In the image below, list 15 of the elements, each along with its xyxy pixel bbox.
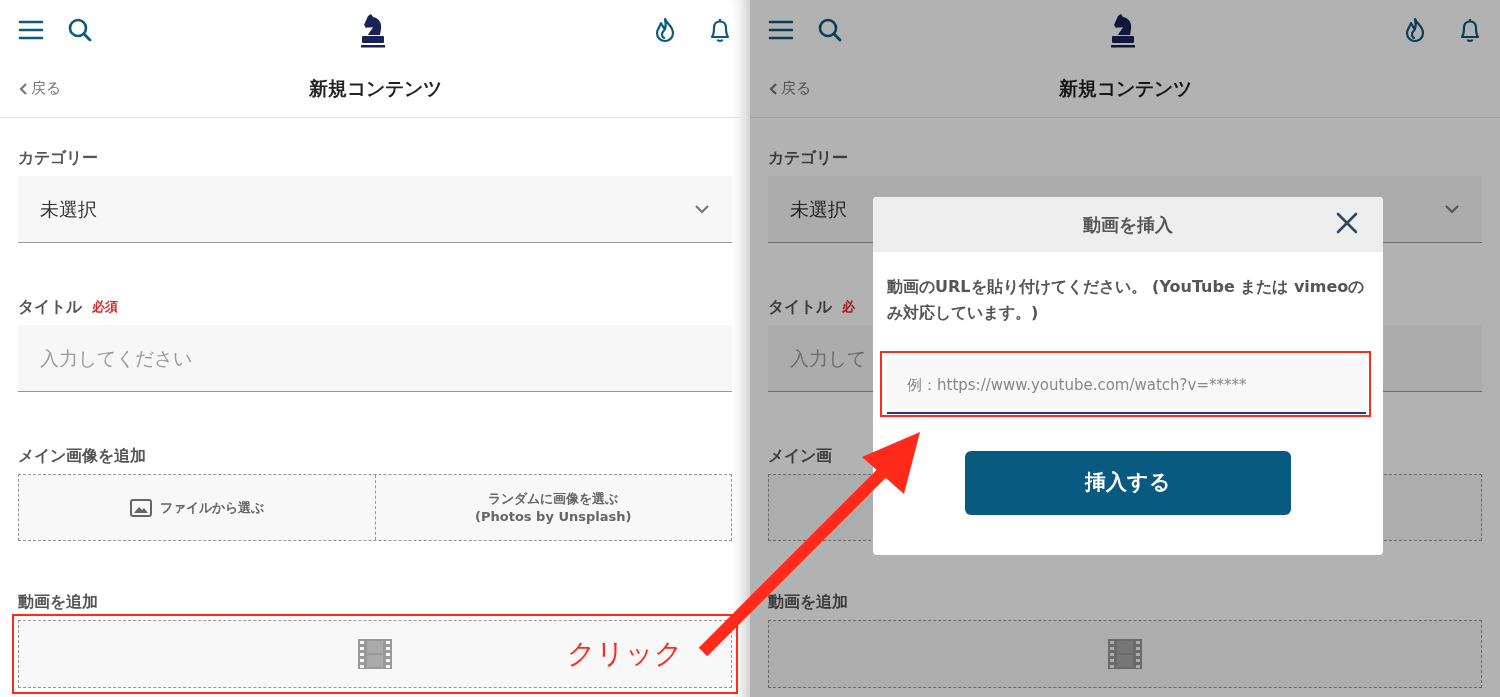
field-label: メイン画像を追加 [18,445,146,467]
dialog-title: 動画を挿入 [1083,213,1173,237]
required-label: 必 [842,298,855,317]
page-title: 新規コンテンツ [308,76,442,102]
required-label: 必須 [92,298,118,317]
dialog-message: 動画のURLを貼り付けてください。 (YouTube または vimeoのみ対応しています。) [886,276,1366,324]
field-label: タイトル [18,296,82,318]
field-label: タイトル [768,296,832,318]
field-label: メイン画 [768,445,832,467]
field-label: カテゴリー [768,147,848,169]
annotation-label: クリック [567,636,683,672]
field-label: 動画を追加 [18,591,98,613]
field-label: カテゴリー [18,147,98,169]
field-label: 動画を追加 [768,591,848,613]
page-title: 新規コンテンツ [1058,76,1192,102]
